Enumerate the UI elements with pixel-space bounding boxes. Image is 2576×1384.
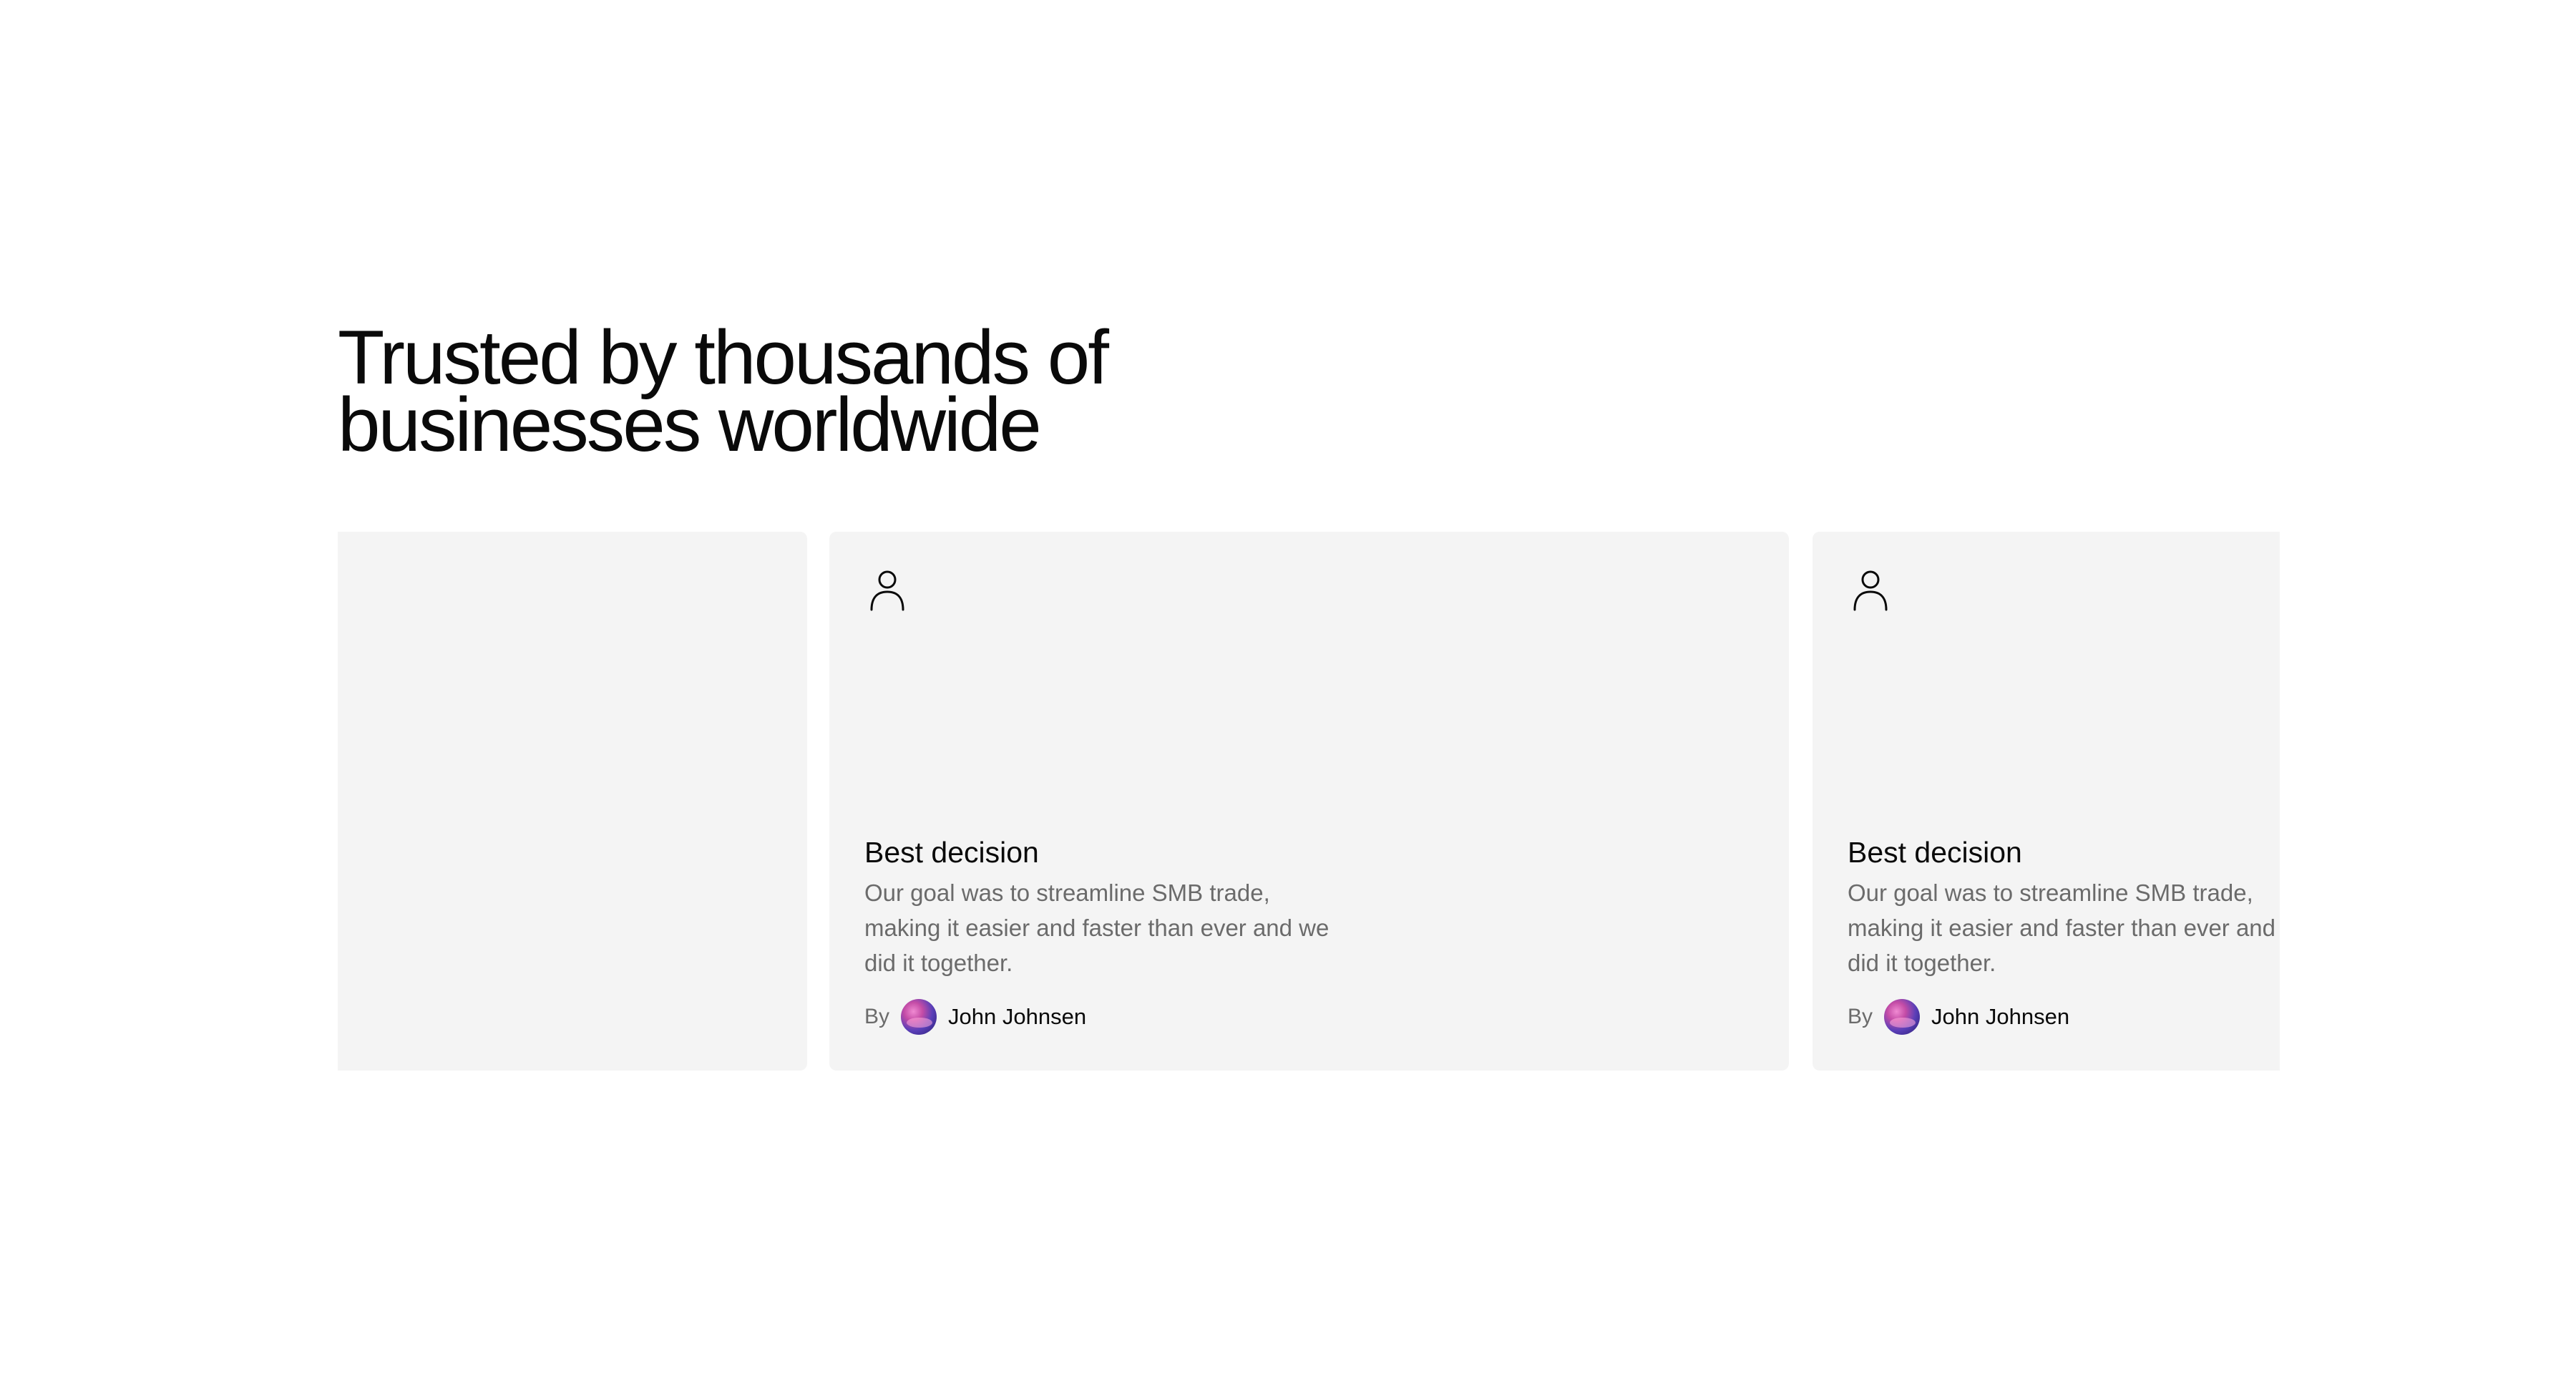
section-heading-line-2: businesses worldwide — [338, 381, 1042, 467]
avatar — [901, 999, 937, 1035]
testimonial-title: Best decision — [1848, 836, 2022, 869]
testimonial-author: By John Johnsen — [1848, 998, 2069, 1035]
testimonials-carousel[interactable]: Best decision Our goal was to streamline… — [338, 532, 2280, 1071]
avatar — [1884, 999, 1921, 1035]
testimonial-content: Best decision Our goal was to streamline… — [1848, 834, 2280, 980]
author-name: John Johnsen — [948, 1004, 1087, 1029]
user-icon — [1852, 569, 1889, 612]
testimonial-text: Our goal was to streamline SMB trade, ma… — [864, 879, 1330, 976]
page: Trusted by thousands of businesses world… — [0, 0, 2576, 1384]
author-name: John Johnsen — [1931, 1004, 2070, 1029]
testimonial-title: Best decision — [864, 836, 1039, 869]
testimonial-author: By John Johnsen — [864, 998, 1086, 1035]
section-heading: Trusted by thousands of businesses world… — [338, 314, 1196, 467]
testimonial-card[interactable]: Best decision Our goal was to streamline… — [829, 532, 1789, 1071]
user-icon — [869, 569, 906, 612]
author-by-label: By — [1848, 1005, 1873, 1028]
testimonial-card-partial[interactable] — [338, 532, 807, 1071]
testimonial-card[interactable]: Best decision Our goal was to streamline… — [1813, 532, 2280, 1071]
testimonial-content: Best decision Our goal was to streamline… — [864, 834, 1408, 980]
section-heading-line-1: Trusted by thousands of — [338, 314, 1109, 400]
author-by-label: By — [864, 1005, 890, 1028]
testimonial-text: Our goal was to streamline SMB trade, ma… — [1848, 879, 2280, 976]
